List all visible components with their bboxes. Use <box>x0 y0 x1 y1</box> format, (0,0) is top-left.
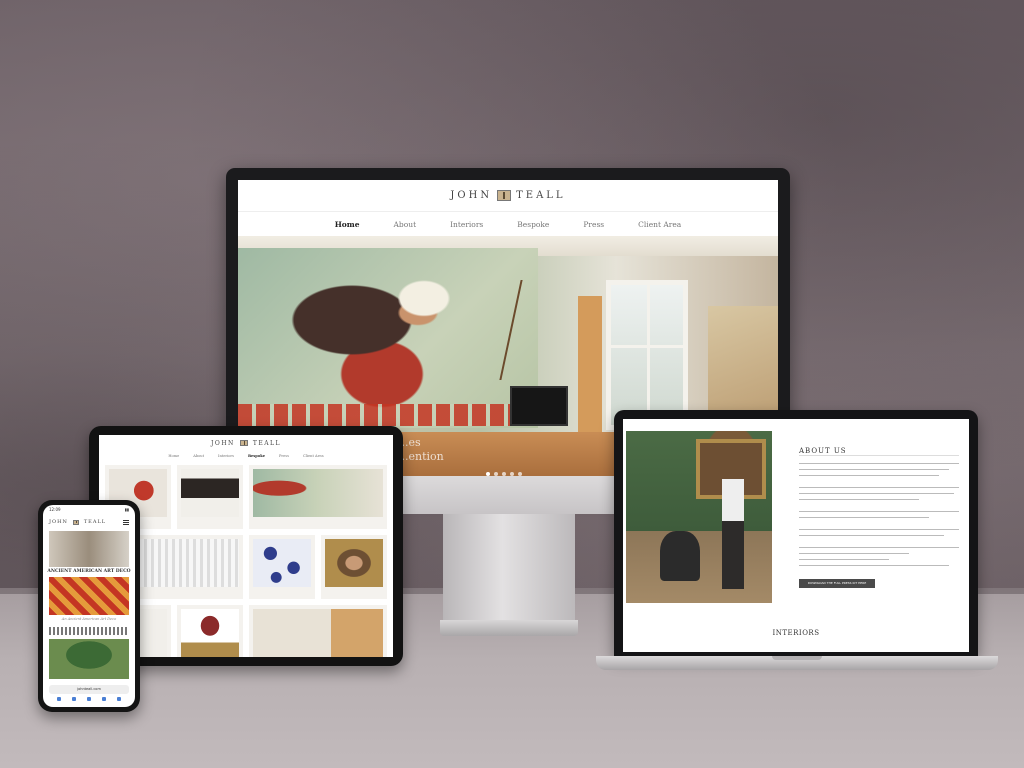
hero-monitor <box>510 386 568 426</box>
bespoke-gallery-grid <box>105 465 387 657</box>
nav-client-area[interactable]: Client Area <box>303 454 324 458</box>
nav-press[interactable]: Press <box>583 220 604 229</box>
phone-divider-pattern <box>49 627 129 635</box>
phone-section-subtitle: An Ancient American Art Deco <box>61 617 117 621</box>
about-heading: ABOUT US <box>799 447 847 455</box>
hero-shutter <box>578 296 602 436</box>
laptop-notch <box>780 410 812 417</box>
phone-screen: 12:09 ▮▮ JOHN TEALL ANCIENT AMERICAN ART… <box>43 505 135 707</box>
nav-bespoke[interactable]: Bespoke <box>248 454 265 458</box>
about-paragraph <box>799 529 959 533</box>
laptop: ABOUT US DOWNLOAD THE FULL PRESS KIT HER… <box>614 410 978 656</box>
about-paragraph <box>799 493 954 497</box>
phone-garden-image <box>49 639 129 679</box>
nav-interiors[interactable]: Interiors <box>450 220 483 229</box>
phone: 12:09 ▮▮ JOHN TEALL ANCIENT AMERICAN ART… <box>38 500 140 712</box>
gallery-item[interactable] <box>177 605 243 657</box>
gallery-item[interactable] <box>249 535 315 599</box>
browser-toolbar <box>57 697 121 703</box>
site-logo[interactable]: JOHN TEALL <box>450 190 565 201</box>
nav-client-area[interactable]: Client Area <box>638 220 681 229</box>
laptop-screen: ABOUT US DOWNLOAD THE FULL PRESS KIT HER… <box>623 419 969 652</box>
site-header: JOHN TEALL <box>99 435 393 451</box>
tabs-icon[interactable] <box>117 697 121 701</box>
status-bar: 12:09 ▮▮ <box>43 505 135 515</box>
main-nav: Home About Interiors Bespoke Press Clien… <box>238 212 778 236</box>
hero-poster-image <box>238 248 538 428</box>
about-paragraph <box>799 559 889 563</box>
site-header: JOHN TEALL <box>43 515 135 529</box>
hero-caption-line1: ...es <box>398 436 421 449</box>
hero-caption-line2: ...ention <box>398 450 444 463</box>
hero-caption: ...es ...ention <box>398 436 444 464</box>
about-paragraph <box>799 535 944 539</box>
about-paragraph <box>799 469 949 473</box>
gallery-item[interactable] <box>249 465 387 529</box>
logo-text-left: JOHN <box>49 519 68 525</box>
about-paragraph <box>799 511 959 515</box>
nav-press[interactable]: Press <box>279 454 289 458</box>
nav-home[interactable]: Home <box>335 220 360 229</box>
monitor-stand <box>443 514 575 622</box>
logo-text-right: TEALL <box>252 439 281 447</box>
about-paragraph <box>799 499 919 503</box>
logo-mark-icon <box>72 519 79 525</box>
gallery-item[interactable] <box>249 605 387 657</box>
logo-mark-icon <box>239 440 248 446</box>
url-bar[interactable]: johnteall.com <box>49 685 129 694</box>
main-nav: Home About Interiors Bespoke Press Clien… <box>99 451 393 461</box>
download-press-kit-button[interactable]: DOWNLOAD THE FULL PRESS KIT HERE <box>799 579 875 588</box>
nav-bespoke[interactable]: Bespoke <box>517 220 549 229</box>
gallery-item[interactable] <box>177 465 243 529</box>
logo-text-left: JOHN <box>450 190 493 201</box>
phone-hero-image <box>49 531 129 567</box>
laptop-base <box>596 656 998 670</box>
nav-interiors[interactable]: Interiors <box>218 454 234 458</box>
forward-icon[interactable] <box>72 697 76 701</box>
hero-window <box>606 280 688 430</box>
site-logo[interactable]: JOHN TEALL <box>49 519 106 525</box>
about-paragraph <box>799 475 939 479</box>
logo-text-right: TEALL <box>516 190 566 201</box>
site-logo[interactable]: JOHN TEALL <box>211 440 281 447</box>
back-icon[interactable] <box>57 697 61 701</box>
gallery-item[interactable] <box>321 535 387 599</box>
share-icon[interactable] <box>87 697 91 701</box>
logo-mark-icon <box>497 190 512 201</box>
bookmarks-icon[interactable] <box>102 697 106 701</box>
interiors-section-heading: INTERIORS <box>772 629 820 637</box>
about-portrait-image <box>626 431 772 603</box>
nav-home[interactable]: Home <box>168 454 179 458</box>
about-paragraph <box>799 517 929 521</box>
nav-about[interactable]: About <box>394 220 417 229</box>
about-paragraph <box>799 553 909 557</box>
logo-text-right: TEALL <box>83 519 107 525</box>
about-paragraph <box>799 547 959 551</box>
portrait-chair <box>660 531 700 581</box>
portrait-person <box>722 479 744 589</box>
site-header: JOHN TEALL <box>238 180 778 212</box>
tablet-screen: JOHN TEALL Home About Interiors Bespoke … <box>99 435 393 657</box>
about-paragraph <box>799 565 949 569</box>
battery-icon: ▮▮ <box>124 507 129 512</box>
about-paragraph <box>799 487 959 491</box>
hamburger-menu-icon[interactable] <box>123 519 129 525</box>
phone-section-title: ANCIENT AMERICAN ART DECO <box>47 569 131 574</box>
phone-art-image <box>49 577 129 615</box>
about-paragraph <box>799 463 959 467</box>
status-time: 12:09 <box>49 507 61 512</box>
about-divider <box>799 455 959 456</box>
monitor-foot <box>440 620 578 636</box>
logo-text-left: JOHN <box>211 439 235 447</box>
nav-about[interactable]: About <box>193 454 204 458</box>
